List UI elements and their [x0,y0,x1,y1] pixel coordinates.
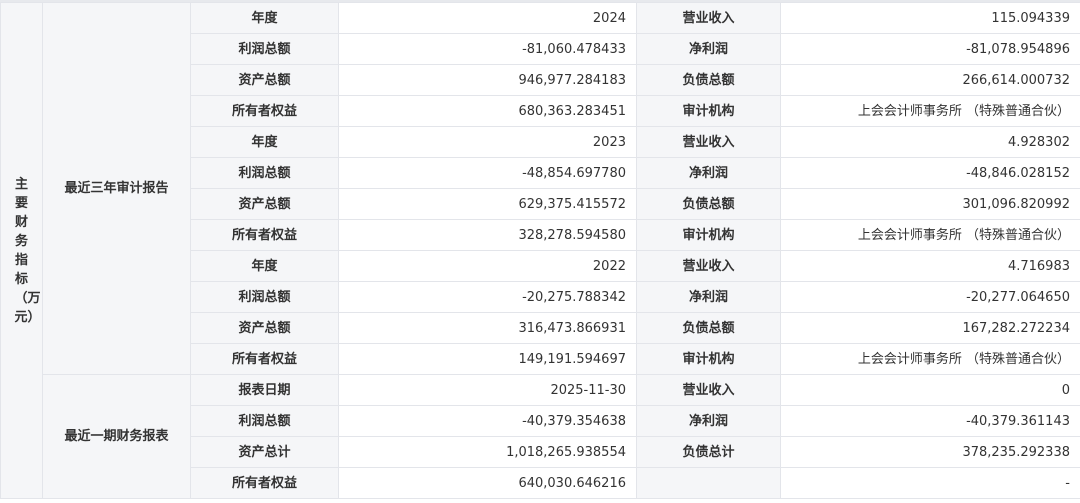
row-label: 报表日期 [190,374,339,406]
row-value: 378,235.292338 [780,436,1080,468]
row-label: 净利润 [636,405,781,437]
row-label: 利润总额 [190,281,339,313]
row-value: -20,277.064650 [780,281,1080,313]
row-value: 1,018,265.938554 [338,436,637,468]
row-value: 0 [780,374,1080,406]
row-label: 所有者权益 [190,467,339,499]
row-value: 167,282.272234 [780,312,1080,344]
row-label: 负债总额 [636,188,781,220]
row-label: 资产总计 [190,436,339,468]
row-label: 资产总额 [190,64,339,96]
row-label: 年度 [190,250,339,282]
row-label: 净利润 [636,157,781,189]
row-value: -48,846.028152 [780,157,1080,189]
row-value: 149,191.594697 [338,343,637,375]
row-label: 净利润 [636,281,781,313]
row-value: 640,030.646216 [338,467,637,499]
row-value: -40,379.354638 [338,405,637,437]
row-label: 负债总额 [636,312,781,344]
row-label: 负债总额 [636,64,781,96]
row-value: 328,278.594580 [338,219,637,251]
row-value: -40,379.361143 [780,405,1080,437]
row-label: 营业收入 [636,2,781,34]
row-label: 年度 [190,126,339,158]
row-label: 审计机构 [636,343,781,375]
table-row: 主要财务指标（万元） 最近三年审计报告 年度 2024 营业收入 115.094… [0,2,1080,499]
row-label: 审计机构 [636,219,781,251]
row-label: 营业收入 [636,126,781,158]
row-value: 2023 [338,126,637,158]
row-label: 营业收入 [636,250,781,282]
row-label: 营业收入 [636,374,781,406]
row-value: 266,614.000732 [780,64,1080,96]
row-value: 2024 [338,2,637,34]
row-value: -20,275.788342 [338,281,637,313]
annual-section-title: 最近三年审计报告 [42,2,191,375]
row-label: 年度 [190,2,339,34]
row-label: 审计机构 [636,95,781,127]
row-value: 629,375.415572 [338,188,637,220]
row-value: 4.716983 [780,250,1080,282]
row-label: 利润总额 [190,405,339,437]
row-label: 利润总额 [190,157,339,189]
row-value: 946,977.284183 [338,64,637,96]
row-value: 301,096.820992 [780,188,1080,220]
row-label: 负债总计 [636,436,781,468]
row-label: 所有者权益 [190,95,339,127]
row-value: 上会会计师事务所 （特殊普通合伙） [780,95,1080,127]
row-value: 680,363.283451 [338,95,637,127]
table-row: 最近一期财务报表 报表日期 2025-11-30 营业收入 0 [1,374,1080,499]
row-label: 净利润 [636,33,781,65]
row-value: -81,060.478433 [338,33,637,65]
row-value: 316,473.866931 [338,312,637,344]
row-value: -48,854.697780 [338,157,637,189]
row-label: 所有者权益 [190,343,339,375]
row-value: 4.928302 [780,126,1080,158]
row-label: 利润总额 [190,33,339,65]
recent-section-title: 最近一期财务报表 [42,374,191,499]
row-value: 上会会计师事务所 （特殊普通合伙） [780,343,1080,375]
row-label: 资产总额 [190,188,339,220]
row-label: 资产总额 [190,312,339,344]
row-value: - [780,467,1080,499]
row-value: 2022 [338,250,637,282]
row-value: 2025-11-30 [338,374,637,406]
row-label: 所有者权益 [190,219,339,251]
main-category-cell: 主要财务指标（万元） [0,2,43,499]
row-value: 上会会计师事务所 （特殊普通合伙） [780,219,1080,251]
row-value: 115.094339 [780,2,1080,34]
row-value: -81,078.954896 [780,33,1080,65]
main-category-label: 主要财务指标（万元） [14,176,41,325]
financial-indicators-table: 主要财务指标（万元） 最近三年审计报告 年度 2024 营业收入 115.094… [0,2,1080,499]
row-label [636,467,781,499]
